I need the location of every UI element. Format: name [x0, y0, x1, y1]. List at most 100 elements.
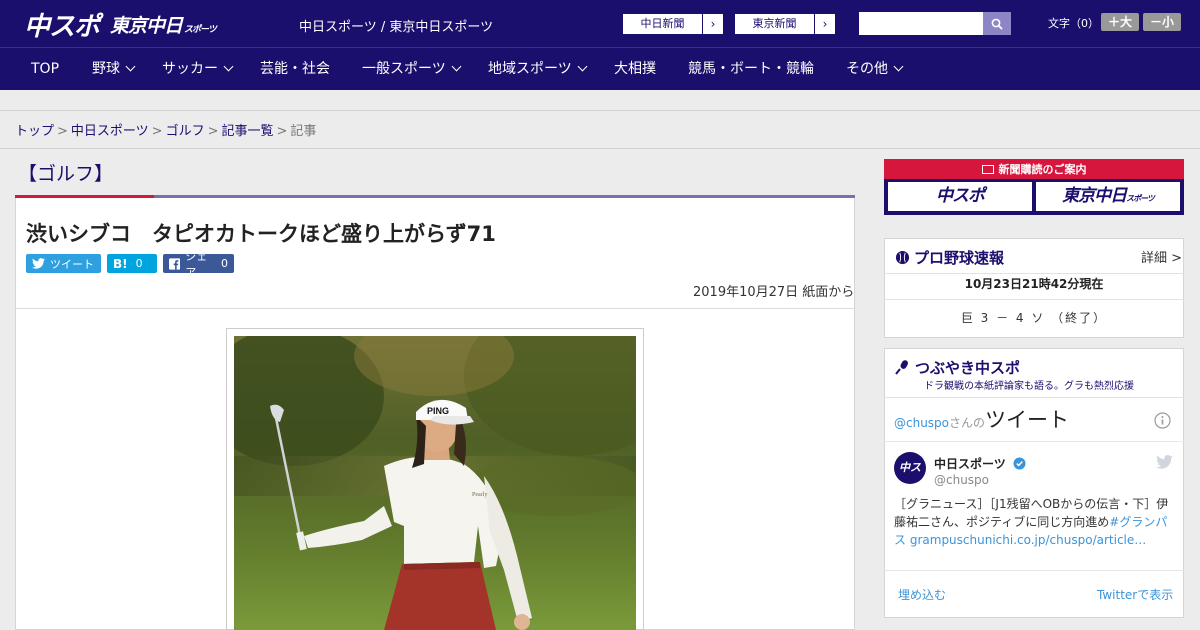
font-larger-button[interactable]: ＋大 [1101, 13, 1139, 31]
baseball-title-text: プロ野球速報 [914, 249, 1005, 267]
tweet-account-handle[interactable]: @chuspo [934, 473, 989, 487]
twitter-title-text: つぶやき中スポ [915, 359, 1021, 377]
embed-link[interactable]: 埋め込む [898, 586, 946, 603]
facebook-icon [169, 257, 181, 270]
score-line[interactable]: 巨 3 － 4 ソ （終了） [884, 309, 1184, 326]
facebook-share-button[interactable]: シェア 0 [163, 250, 234, 279]
divider [884, 570, 1184, 571]
chevron-right-icon: › [710, 17, 716, 31]
nav-general-sports[interactable]: 一般スポーツ [362, 48, 462, 90]
font-size-label: 文字（0） [1048, 17, 1099, 30]
facebook-count: 0 [221, 257, 228, 270]
nav-label: TOP [31, 61, 60, 77]
article-headline: 渋いシブコ タピオカトークほど盛り上がらず71 [26, 222, 496, 246]
nav-entertainment[interactable]: 芸能・社会 [260, 48, 330, 90]
main-nav: TOP 野球 サッカー 芸能・社会 一般スポーツ 地域スポーツ 大相撲 競馬・ボ… [0, 48, 1200, 90]
article-date: 2019年10月27日 紙面から [693, 285, 855, 300]
nav-sumo[interactable]: 大相撲 [614, 48, 656, 90]
chevron-down-icon [893, 61, 904, 72]
svg-text:PING: PING [427, 406, 449, 416]
paper-link-label: 中日新聞 [623, 14, 703, 34]
breadcrumb-article-list[interactable]: 記事一覧 [222, 124, 274, 139]
nav-soccer[interactable]: サッカー [162, 48, 234, 90]
nav-local-sports[interactable]: 地域スポーツ [488, 48, 588, 90]
hatena-bookmark-button[interactable]: B! 0 [107, 254, 157, 273]
divider [884, 397, 1184, 398]
twitter-timeline-header: @chuspoさんのツイート [894, 404, 1069, 434]
divider [0, 148, 1200, 149]
info-icon[interactable] [1154, 412, 1171, 429]
divider [15, 308, 855, 309]
facebook-label: シェア [185, 249, 208, 279]
avatar[interactable]: 中スポ [894, 452, 926, 506]
subscribe-title: 新聞購読のご案内 [884, 161, 1184, 177]
baseball-detail-link[interactable]: 詳細 > [1141, 247, 1182, 266]
twitter-subtitle: ドラ観戦の本紙評論家も語る。グラも熱烈応援 [924, 381, 1134, 392]
verified-badge-icon [1013, 457, 1026, 470]
font-smaller-button[interactable]: －小 [1143, 13, 1181, 31]
chevron-right-icon: › [822, 17, 828, 31]
article-photo[interactable]: PING Pearly [234, 336, 636, 630]
nav-label: 地域スポーツ [488, 61, 572, 77]
divider [884, 273, 1184, 274]
score-updated: 10月23日21時42分現在 [964, 277, 1104, 291]
divider [884, 299, 1184, 300]
newspaper-icon [981, 165, 994, 174]
nav-top[interactable]: TOP [31, 48, 59, 90]
breadcrumb-golf[interactable]: ゴルフ [166, 124, 205, 139]
twitter-heading: ツイート [985, 408, 1070, 432]
category-title: 【ゴルフ】 [18, 163, 114, 185]
search-icon [991, 18, 1003, 30]
nav-label: 大相撲 [614, 61, 656, 77]
twitter-handle-suffix: さんの [949, 416, 986, 430]
baseball-icon [895, 250, 910, 265]
hatena-count: 0 [135, 257, 143, 270]
tweet-button[interactable]: ツイート [26, 254, 101, 273]
nav-label: サッカー [162, 61, 218, 77]
chevron-down-icon [125, 61, 136, 72]
subscribe-title-text: 新聞購読のご案内 [998, 163, 1087, 176]
tweet-link[interactable]: grampuschunichi.co.jp/chuspo/article… [910, 533, 1146, 547]
view-on-twitter-link[interactable]: Twitterで表示 [1097, 586, 1173, 603]
subscribe-chuspo-logo[interactable]: 中スポ [888, 182, 1032, 211]
tweet-account-name[interactable]: 中日スポーツ [934, 455, 1026, 472]
chuspo-logo[interactable]: 中スポ [24, 6, 100, 43]
breadcrumb-top[interactable]: トップ [15, 124, 54, 139]
nav-label: 競馬・ボート・競輪 [688, 61, 814, 77]
nav-label: 一般スポーツ [362, 61, 446, 77]
baseball-widget-title: プロ野球速報 [895, 247, 1004, 268]
tokyo-logo-text: 東京中日 [110, 15, 183, 37]
nav-label: 芸能・社会 [260, 61, 330, 77]
chevron-down-icon [451, 61, 462, 72]
twitter-bird-icon [32, 258, 45, 269]
category-underline [154, 195, 855, 198]
breadcrumb-separator: > [276, 124, 288, 139]
nav-label: その他 [846, 61, 888, 77]
category-underline-accent [15, 195, 154, 198]
nav-other[interactable]: その他 [846, 48, 904, 90]
breadcrumb-chunichi-sports[interactable]: 中日スポーツ [71, 124, 149, 139]
tokyo-chunichi-logo[interactable]: 東京中日 スポーツ [110, 11, 217, 38]
twitter-bird-icon[interactable] [1156, 455, 1173, 469]
site-tagline: 中日スポーツ / 東京中日スポーツ [299, 20, 494, 35]
tokyo-shimbun-link[interactable]: 東京新聞 › [734, 13, 836, 35]
breadcrumb-current: 記事 [290, 124, 317, 139]
subscribe-tokyo-logo[interactable]: 東京中日スポーツ [1036, 182, 1180, 211]
nav-racing[interactable]: 競馬・ボート・競輪 [688, 48, 814, 90]
microphone-icon [895, 360, 908, 375]
svg-text:Pearly: Pearly [472, 492, 487, 498]
breadcrumb-separator: > [57, 124, 68, 139]
breadcrumb-separator: > [151, 124, 163, 139]
chevron-down-icon [223, 61, 234, 72]
divider [884, 441, 1184, 442]
chunichi-shimbun-link[interactable]: 中日新聞 › [622, 13, 724, 35]
nav-baseball[interactable]: 野球 [92, 48, 136, 90]
tweet-label: ツイート [50, 257, 94, 271]
twitter-handle-link[interactable]: @chuspo [894, 416, 949, 430]
search-button[interactable] [983, 12, 1011, 35]
nav-label: 野球 [92, 61, 120, 77]
subscribe-tokyo-text: 東京中日 [1062, 186, 1127, 206]
twitter-widget-title: つぶやき中スポ [895, 357, 1020, 378]
top-header: 中スポ 東京中日 スポーツ 中日スポーツ / 東京中日スポーツ 中日新聞 › 東京… [0, 0, 1200, 48]
search-input[interactable] [859, 12, 983, 35]
